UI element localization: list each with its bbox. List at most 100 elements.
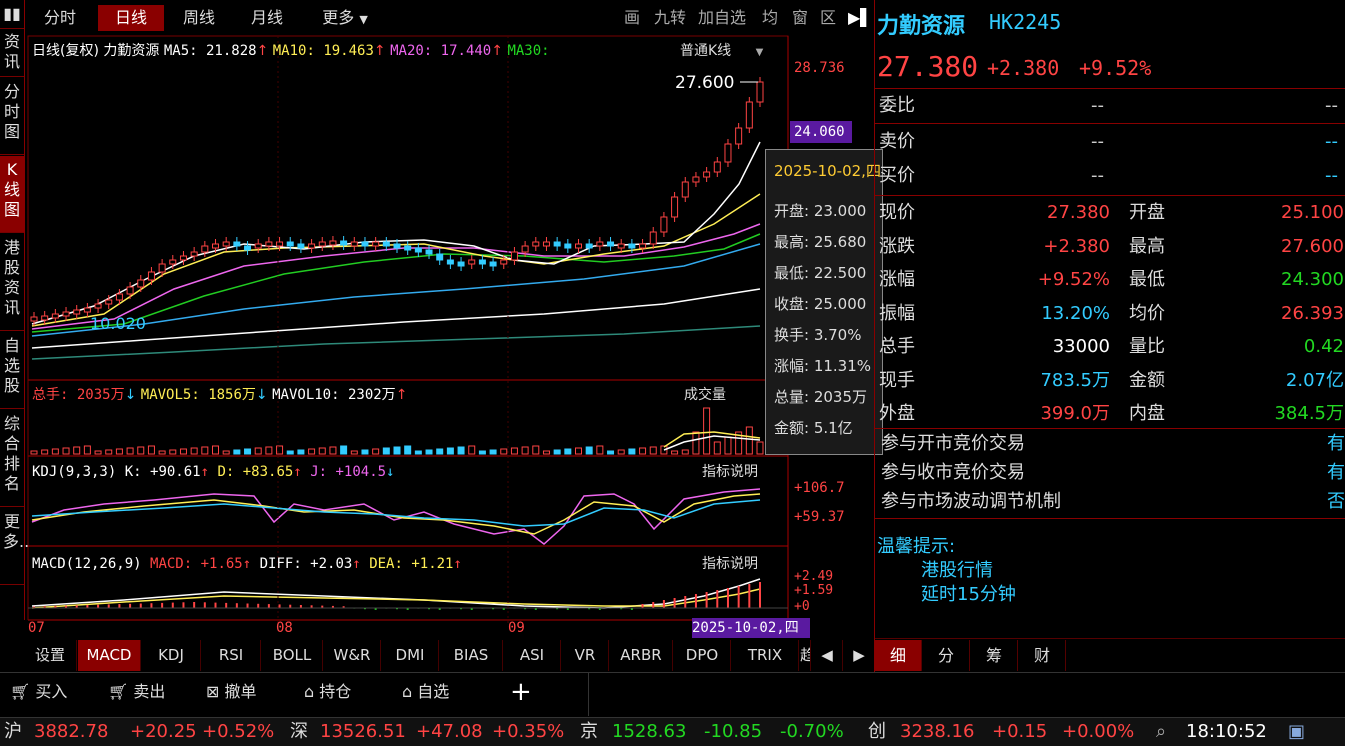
right-tab-minute[interactable]: 分 [923,640,970,671]
stat-label: 现价 [879,202,915,223]
tool-window[interactable]: 窗 [792,5,808,31]
left-tab-kline[interactable]: K线图 [0,156,24,233]
candle [158,263,166,273]
tooltip-close: 收盘: 25.000 [774,295,867,313]
add-icon[interactable]: + [510,679,532,705]
volume-bar [457,446,465,455]
tooltip-open: 开盘: 23.000 [774,202,867,220]
tip-line-2: 延时15分钟 [921,584,1016,605]
tool-nine-turn[interactable]: 九转 [654,5,686,31]
tool-add-watchlist[interactable]: 加自选 [698,5,746,31]
candle [361,241,369,247]
macd-help-link[interactable]: 指标说明 [702,555,758,573]
volume-bar [617,449,625,455]
kdj-help-link[interactable]: 指标说明 [702,463,758,481]
tab-daily[interactable]: 日线 [98,5,164,31]
tool-ma[interactable]: 均 [762,5,778,31]
volume-bar [553,449,561,455]
candle [30,316,38,322]
stat-label-2: 最高 [1129,235,1165,257]
expand-icon[interactable]: ▶▌ [848,5,873,31]
indicator-tab-kdj[interactable]: KDJ [142,640,201,671]
volume-bar [649,446,657,455]
volume-bar [681,449,689,455]
volume-bar [73,446,81,455]
tab-monthly[interactable]: 月线 [234,5,300,31]
volume-bar [286,450,294,455]
candle [436,253,444,261]
candle [745,101,753,129]
volume-bar [713,441,721,455]
indicator-tab-wr[interactable]: W&R [324,640,381,671]
right-tab-finance[interactable]: 财 [1019,640,1066,671]
positions-button[interactable]: ⌂ 持仓 [304,680,351,704]
indicator-tab-dmi[interactable]: DMI [382,640,439,671]
sh-index-value: 3882.78 [34,721,109,742]
left-tab-watchlist[interactable]: 自选股 [0,332,24,409]
left-tab-intraday[interactable]: 分时图 [0,78,24,155]
indicator-tab-boll[interactable]: BOLL [262,640,323,671]
volume-bar [30,450,38,455]
kline-chart[interactable]: 27.600 10.020 [24,34,874,640]
scroll-left-icon[interactable]: ◀ [812,640,843,671]
left-tab-hk-news[interactable]: 港股资讯 [0,234,24,331]
buy-label: 买入 [35,682,68,701]
arrow-up-icon: ↑ [256,43,269,59]
sell-button[interactable]: 🛒︎ 卖出 [108,680,165,704]
tool-draw[interactable]: 画 [624,5,640,31]
scroll-right-icon[interactable]: ▶ [844,640,875,671]
indicator-tab-trend[interactable]: 趋 [800,640,811,671]
left-tab-news[interactable]: 资讯 [0,28,24,77]
cancel-order-button[interactable]: ⊠ 撤单 [206,680,257,704]
macd-legend: MACD(12,26,9) MACD: +1.65↑ DIFF: +2.03↑ … [32,555,462,573]
indicator-tab-rsi[interactable]: RSI [202,640,261,671]
screen-icon[interactable]: ▣ [1288,718,1305,746]
arrow-up-icon: ↑ [491,43,503,59]
volume-bar [83,445,91,455]
left-panel-toggle[interactable]: ▮▮ [0,0,24,29]
indicator-tab-asi[interactable]: ASI [504,640,561,671]
tab-weekly[interactable]: 周线 [166,5,232,31]
right-tab-detail[interactable]: 细 [875,640,922,671]
divider [875,123,1345,124]
tab-more[interactable]: 更多 ▼ [310,5,380,31]
watchlist-button[interactable]: ⌂ 自选 [402,680,449,704]
indicator-tab-bias[interactable]: BIAS [440,640,503,671]
stat-value-2: 27.600 [1281,235,1344,257]
candle [340,240,348,246]
candle [553,241,561,247]
indicator-tab-dpo[interactable]: DPO [674,640,731,671]
macd-bar [652,602,655,608]
indicator-tab-trix[interactable]: TRIX [732,640,799,671]
macd-bar [161,602,164,608]
chart-mode-select[interactable]: 普通K线 ▼ [680,42,763,62]
indicator-tab-vr[interactable]: VR [562,640,609,671]
search-icon[interactable]: ⌕ [1156,718,1166,746]
left-tab-more[interactable]: 更多.. [0,508,29,585]
volume-bar [340,445,348,455]
indicator-settings[interactable]: 设置 [24,640,77,671]
right-tab-chips[interactable]: 筹 [971,640,1018,671]
volume-bar [244,448,252,455]
volume-bar [350,450,358,455]
volume-bar [94,450,102,455]
tab-more-label: 更多 [322,8,355,27]
candle [671,196,679,218]
volume-bar [126,447,134,455]
candle-tooltip: 2025-10-02,四 开盘: 23.000 最高: 25.680 最低: 2… [765,149,883,455]
tooltip-turnover: 换手: 3.70% [774,326,862,344]
candle [137,279,145,288]
candle [73,309,81,315]
kdj-axis-top: +106.7 [794,480,845,496]
indicator-tab-macd[interactable]: MACD [78,640,141,671]
left-tab-ranking[interactable]: 综合排名 [0,410,24,507]
macd-bar [246,603,249,608]
tab-intraday[interactable]: 分时 [32,5,88,31]
indicator-tab-arbr[interactable]: ARBR [610,640,673,671]
candle [393,243,401,249]
candle [372,241,380,247]
buy-button[interactable]: 🛒︎ 买入 [10,680,67,704]
volume-bar [532,445,540,455]
candle [596,241,604,247]
tool-range[interactable]: 区 [820,5,836,31]
